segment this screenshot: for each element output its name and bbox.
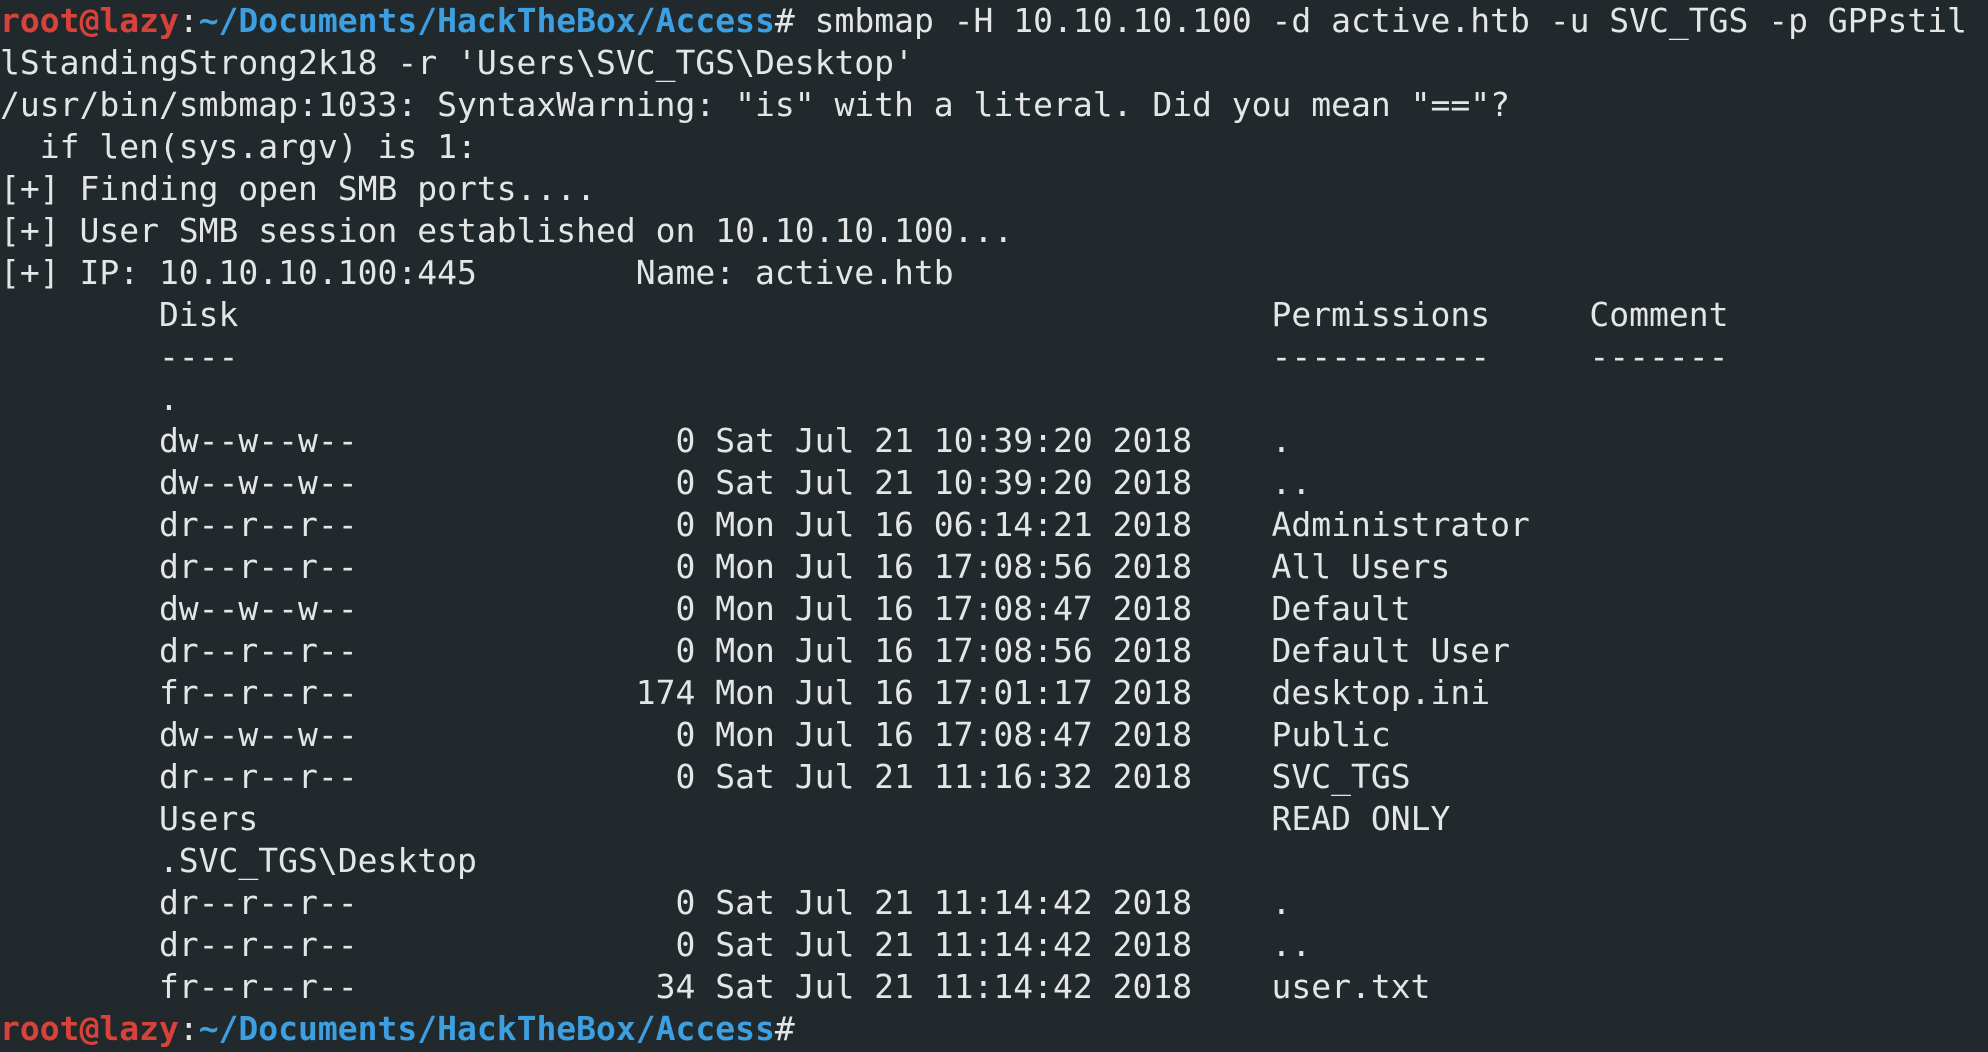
- prompt-path: ~/Documents/HackTheBox/Access: [198, 1, 775, 40]
- table-header-divider: ---- ----------- -------: [0, 337, 1729, 376]
- directory-path: .SVC_TGS\Desktop: [0, 841, 477, 880]
- prompt-user-host: root@lazy: [0, 1009, 179, 1048]
- output-line: if len(sys.argv) is 1:: [0, 127, 477, 166]
- prompt-separator: :: [178, 1009, 199, 1048]
- table-row: fr--r--r-- 174 Mon Jul 16 17:01:17 2018 …: [0, 673, 1491, 712]
- table-row: fr--r--r-- 34 Sat Jul 21 11:14:42 2018 u…: [0, 967, 1431, 1006]
- table-row: dw--w--w-- 0 Sat Jul 21 10:39:20 2018 .: [0, 421, 1292, 460]
- table-row: dw--w--w-- 0 Mon Jul 16 17:08:47 2018 De…: [0, 589, 1411, 628]
- final-prompt-line[interactable]: root@lazy:~/Documents/HackTheBox/Access#: [0, 1008, 1988, 1050]
- table-row: dw--w--w-- 0 Sat Jul 21 10:39:20 2018 ..: [0, 463, 1312, 502]
- table-row: dr--r--r-- 0 Sat Jul 21 11:16:32 2018 SV…: [0, 757, 1411, 796]
- prompt-path: ~/Documents/HackTheBox/Access: [198, 1009, 775, 1048]
- output-line: [+] Finding open SMB ports....: [0, 169, 597, 208]
- table-header: Disk Permissions Comment: [0, 295, 1729, 334]
- table-row: dr--r--r-- 0 Mon Jul 16 17:08:56 2018 De…: [0, 631, 1510, 670]
- prompt-separator: :: [178, 1, 199, 40]
- output-line: [+] IP: 10.10.10.100:445 Name: active.ht…: [0, 253, 954, 292]
- share-row: Users READ ONLY: [0, 799, 1451, 838]
- output-line: [+] User SMB session established on 10.1…: [0, 211, 1014, 250]
- output-line: /usr/bin/smbmap:1033: SyntaxWarning: "is…: [0, 85, 1510, 124]
- prompt-symbol: #: [774, 1, 795, 40]
- table-row: dr--r--r-- 0 Sat Jul 21 11:14:42 2018 ..: [0, 925, 1312, 964]
- command-wrap-line: lStandingStrong2k18 -r 'Users\SVC_TGS\De…: [0, 43, 914, 82]
- table-row: dr--r--r-- 0 Sat Jul 21 11:14:42 2018 .: [0, 883, 1292, 922]
- terminal-window[interactable]: root@lazy:~/Documents/HackTheBox/Access#…: [0, 0, 1988, 1052]
- prompt-symbol: #: [774, 1009, 795, 1048]
- command-prompt-line: root@lazy:~/Documents/HackTheBox/Access#…: [0, 0, 1988, 42]
- table-row: dr--r--r-- 0 Mon Jul 16 06:14:21 2018 Ad…: [0, 505, 1530, 544]
- table-row: dr--r--r-- 0 Mon Jul 16 17:08:56 2018 Al…: [0, 547, 1451, 586]
- command-text: smbmap -H 10.10.10.100 -d active.htb -u …: [794, 1, 1967, 40]
- table-row: dw--w--w-- 0 Mon Jul 16 17:08:47 2018 Pu…: [0, 715, 1391, 754]
- output-line: .: [0, 379, 179, 418]
- prompt-user-host: root@lazy: [0, 1, 179, 40]
